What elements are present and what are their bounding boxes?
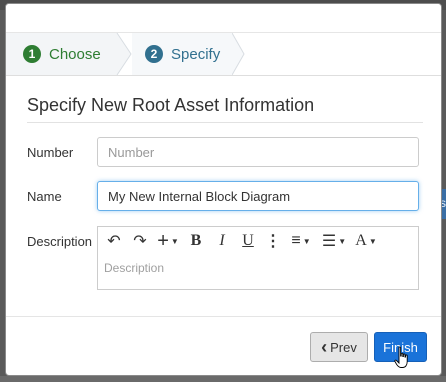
name-label: Name bbox=[27, 189, 62, 204]
bulleted-list-icon: ☰ bbox=[321, 233, 337, 250]
hand-pointer-cursor-icon bbox=[394, 346, 408, 368]
prev-button-label: Prev bbox=[330, 339, 357, 355]
chevron-left-icon: ‹ bbox=[321, 337, 328, 357]
step-number-badge: 2 bbox=[145, 45, 163, 63]
step-chevron-divider bbox=[232, 33, 245, 75]
footer-divider bbox=[6, 316, 441, 317]
chevron-down-icon: ▼ bbox=[170, 236, 179, 246]
prev-button[interactable]: ‹ Prev bbox=[310, 332, 368, 362]
plus-icon: + bbox=[157, 229, 169, 252]
chevron-down-icon: ▼ bbox=[338, 236, 347, 246]
wizard-steps: 1 Choose 2 Specify bbox=[6, 32, 441, 76]
description-text-area[interactable]: Description bbox=[98, 256, 418, 289]
background-page-footer bbox=[0, 376, 446, 382]
more-options-icon[interactable]: ⋮ bbox=[261, 229, 285, 253]
number-input[interactable] bbox=[97, 137, 419, 167]
step-label: Specify bbox=[171, 45, 221, 63]
title-divider bbox=[27, 122, 423, 123]
chevron-down-icon: ▼ bbox=[368, 236, 377, 246]
step-label: Choose bbox=[49, 45, 101, 63]
dialog-header bbox=[6, 4, 441, 32]
page-title: Specify New Root Asset Information bbox=[27, 95, 315, 115]
step-choose[interactable]: 1 Choose bbox=[6, 33, 131, 75]
name-input[interactable] bbox=[97, 181, 419, 211]
chevron-down-icon: ▼ bbox=[302, 236, 311, 246]
bold-button[interactable]: B bbox=[183, 229, 209, 253]
align-left-icon: ≡ bbox=[291, 232, 301, 249]
description-editor: ↶ ↷ + ▼ B I U ⋮ ≡ ▼ ☰ ▼ A ▼ Description bbox=[97, 226, 419, 290]
step-specify[interactable]: 2 Specify bbox=[132, 33, 244, 75]
new-root-asset-dialog: 1 Choose 2 Specify Specify New Root Asse… bbox=[5, 3, 442, 376]
underline-button[interactable]: U bbox=[235, 229, 261, 253]
insert-dropdown[interactable]: + ▼ bbox=[153, 229, 183, 253]
editor-toolbar: ↶ ↷ + ▼ B I U ⋮ ≡ ▼ ☰ ▼ A ▼ bbox=[98, 227, 418, 255]
step-chevron-divider bbox=[116, 33, 132, 75]
italic-button[interactable]: I bbox=[209, 229, 235, 253]
font-icon: A bbox=[355, 232, 367, 249]
font-dropdown[interactable]: A ▼ bbox=[351, 229, 381, 253]
description-label: Description bbox=[27, 234, 93, 249]
redo-icon[interactable]: ↷ bbox=[127, 229, 153, 253]
step-number-badge: 1 bbox=[23, 45, 41, 63]
list-dropdown[interactable]: ☰ ▼ bbox=[317, 229, 351, 253]
align-dropdown[interactable]: ≡ ▼ bbox=[285, 229, 317, 253]
number-label: Number bbox=[27, 145, 74, 160]
undo-icon[interactable]: ↶ bbox=[101, 229, 127, 253]
